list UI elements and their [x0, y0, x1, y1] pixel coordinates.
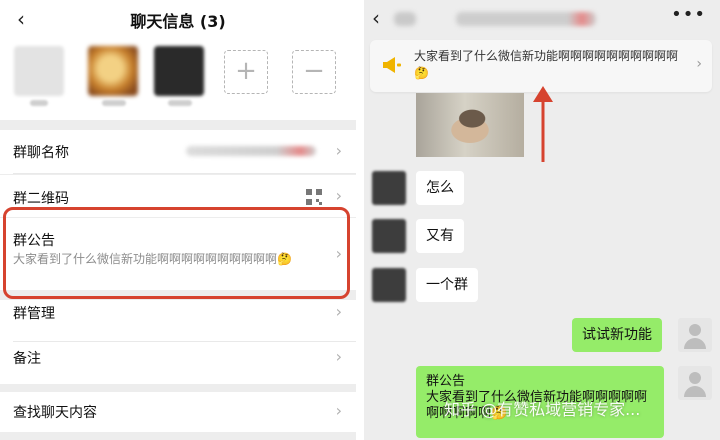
remark-row[interactable]: 备注 › — [0, 342, 356, 384]
chat-title-blurred — [394, 12, 416, 26]
watermark: 知乎 @有赞私域营销专家... — [444, 400, 641, 419]
member-avatar[interactable] — [88, 46, 138, 96]
group-name-label: 群聊名称 — [13, 145, 69, 161]
chat-title-blurred — [456, 12, 596, 26]
message-bubble[interactable]: 又有 — [416, 219, 464, 253]
group-manage-row[interactable]: 群管理 › — [0, 300, 356, 342]
annotation-arrow — [533, 86, 553, 162]
remove-member-button[interactable]: − — [292, 50, 336, 94]
speaker-icon — [383, 57, 401, 73]
my-avatar[interactable] — [678, 366, 712, 400]
back-button[interactable]: ‹ — [372, 6, 380, 30]
chevron-right-icon: › — [335, 347, 342, 366]
find-chat-label: 查找聊天内容 — [13, 405, 97, 421]
page-title: 聊天信息 (3) — [130, 12, 226, 31]
group-manage-label: 群管理 — [13, 306, 55, 322]
image-message[interactable] — [416, 93, 524, 157]
chevron-right-icon: › — [335, 141, 342, 160]
my-avatar[interactable] — [678, 318, 712, 352]
add-member-button[interactable]: + — [224, 50, 268, 94]
sender-avatar[interactable] — [372, 268, 406, 302]
chat-panel: ‹ ••• 大家看到了什么微信新功能啊啊啊啊啊啊啊啊啊啊🤔 › 怎么 又有 一个… — [364, 0, 720, 440]
remark-label: 备注 — [13, 351, 41, 367]
sender-avatar[interactable] — [372, 219, 406, 253]
message-bubble[interactable]: 一个群 — [416, 268, 478, 302]
group-qr-label: 群二维码 — [13, 191, 69, 207]
sender-avatar[interactable] — [372, 171, 406, 205]
announcement-card-title: 群公告 — [426, 374, 466, 389]
group-name-value-blurred — [186, 146, 316, 156]
message-bubble[interactable]: 怎么 — [416, 171, 464, 205]
chat-info-header: ‹ 聊天信息 (3) + − — [0, 0, 356, 120]
my-message-bubble[interactable]: 试试新功能 — [572, 318, 662, 352]
member-name-blurred — [168, 100, 192, 106]
chevron-right-icon: › — [335, 401, 342, 420]
member-avatar[interactable] — [14, 46, 64, 96]
find-chat-row[interactable]: 查找聊天内容 › — [0, 392, 356, 432]
chat-info-panel: ‹ 聊天信息 (3) + − 群聊名称 › 群二维码 › 群公告 大家看到了什么… — [0, 0, 356, 440]
pinned-announcement-text: 大家看到了什么微信新功能啊啊啊啊啊啊啊啊啊啊🤔 — [414, 49, 679, 80]
member-avatar[interactable] — [154, 46, 204, 96]
member-name-blurred — [30, 100, 48, 106]
qr-code-icon — [306, 189, 322, 205]
group-name-row[interactable]: 群聊名称 › — [0, 130, 356, 174]
more-options-icon[interactable]: ••• — [671, 4, 706, 25]
highlight-box — [3, 207, 350, 299]
chevron-right-icon: › — [335, 186, 342, 205]
divider — [13, 173, 356, 174]
chevron-right-icon: › — [335, 302, 342, 321]
chevron-right-icon: › — [696, 56, 702, 72]
member-name-blurred — [102, 100, 126, 106]
